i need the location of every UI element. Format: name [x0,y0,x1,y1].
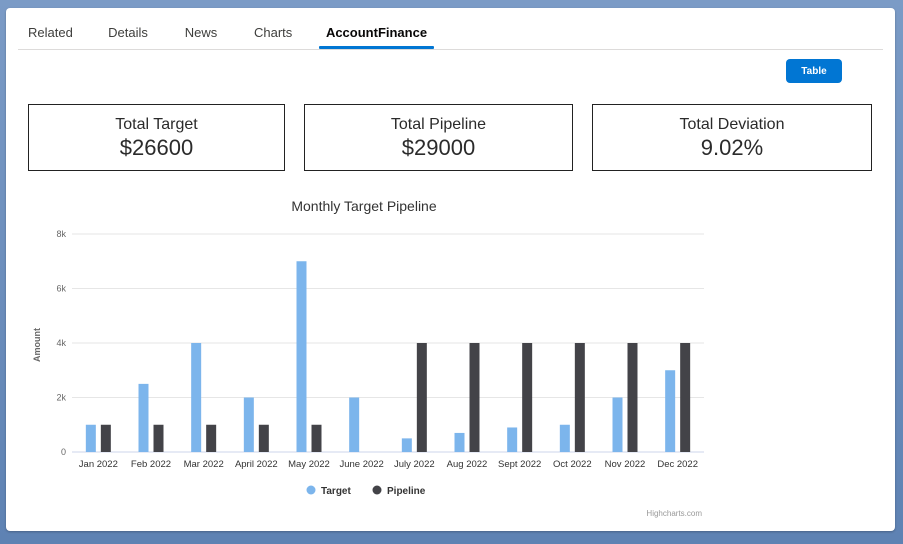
monthly-target-pipeline-chart: Monthly Target Pipeline Amount 0 2k 4k 6k 8k… [32,198,704,518]
bar-target [85,424,96,452]
y-tick-label: 0 [61,447,66,457]
kpi-value: $26600 [119,135,194,160]
legend-label-pipeline: Pipeline [387,486,426,497]
x-tick-label: Jan 2022 [79,459,118,470]
y-tick-label: 4k [56,338,66,348]
bar-target [559,424,570,452]
bar-pipeline [311,424,322,452]
tab-news[interactable]: News [184,8,218,48]
kpi-total-deviation: Total Deviation 9.02% [592,104,872,171]
bar-pipeline [627,343,638,452]
bar-pipeline [258,424,269,452]
tab-accountfinance[interactable]: AccountFinance [319,8,434,49]
bar-target [612,397,623,452]
x-tick-label: May 2022 [288,459,330,470]
tab-details[interactable]: Details [108,8,148,48]
kpi-label: Total Deviation [679,116,785,133]
tab-charts[interactable]: Charts [254,8,292,48]
bar-pipeline [153,424,164,452]
kpi-total-pipeline: Total Pipeline $29000 [304,104,573,171]
kpi-label: Total Pipeline [390,116,487,133]
credits-link[interactable]: Highcharts.com [646,509,702,518]
bar-target [243,397,254,452]
bar-target [296,261,307,452]
kpi-label: Total Target [115,116,198,133]
y-tick-label: 6k [56,284,66,294]
x-tick-label: Feb 2022 [131,459,171,470]
record-card: Related Details News Charts AccountFinan… [6,8,895,531]
chart-title: Monthly Target Pipeline [291,198,436,214]
legend-label-target: Target [321,486,351,497]
x-tick-label: July 2022 [394,459,435,470]
y-tick-label: 2k [56,393,66,403]
tab-related[interactable]: Related [28,8,73,48]
bar-target [507,427,518,452]
y-axis-label: Amount [32,328,42,362]
bar-pipeline [416,343,427,452]
x-tick-label: Aug 2022 [447,459,488,470]
bar-target [191,343,202,452]
x-tick-label: June 2022 [339,459,383,470]
bar-target [454,432,465,452]
table-button[interactable]: Table [786,59,842,83]
bar-target [349,397,360,452]
x-tick-label: April 2022 [235,459,278,470]
bar-target [665,370,676,452]
tab-bar: Related Details News Charts AccountFinan… [18,8,883,50]
bar-target [138,383,149,452]
kpi-value: $29000 [401,135,476,160]
x-tick-label: Dec 2022 [657,459,698,470]
x-tick-label: Nov 2022 [605,459,646,470]
bar-target [401,438,412,452]
x-tick-label: Oct 2022 [553,459,592,470]
bar-pipeline [206,424,217,452]
x-tick-label: Mar 2022 [184,459,224,470]
bar-pipeline [469,343,480,452]
bar-pipeline [574,343,585,452]
y-tick-label: 8k [56,229,66,239]
legend-marker-pipeline [372,485,382,495]
legend-marker-target [306,485,316,495]
bar-pipeline [522,343,533,452]
kpi-value: 9.02% [700,135,764,160]
x-tick-label: Sept 2022 [498,459,541,470]
bar-pipeline [100,424,111,452]
kpi-total-target: Total Target $26600 [28,104,285,171]
bar-pipeline [680,343,691,452]
